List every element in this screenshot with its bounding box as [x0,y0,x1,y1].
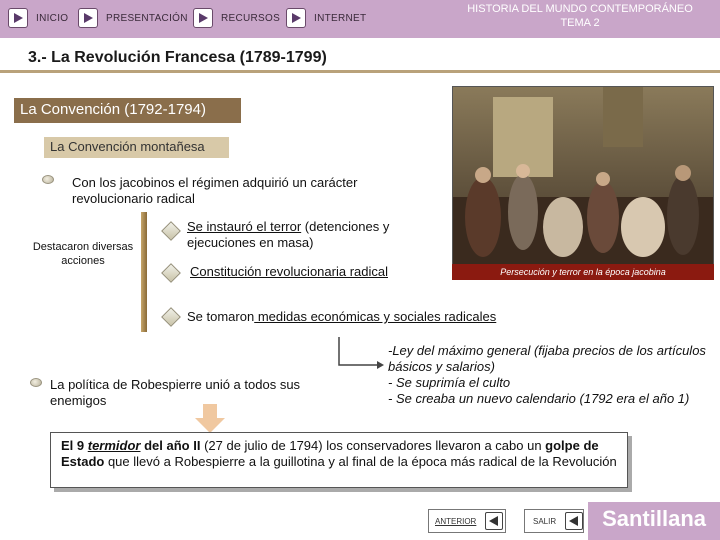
jacobinos-text: Con los jacobinos el régimen adquirió un… [72,175,358,206]
bullet-icon [42,175,54,184]
measure-culto: - Se suprimía el culto [388,375,511,390]
nav-inicio-button[interactable]: INICIO [8,5,68,31]
back-arrow-icon [485,512,503,530]
measures-list: -Ley del máximo general (fijaba precios … [388,343,714,407]
subtitle-bar: La Convención (1792-1794) [14,98,241,123]
bracket-bar [141,212,147,332]
terror-item: Se instauró el terror (detenciones y eje… [187,219,427,251]
measure-calendario: - Se creaba un nuevo calendario (1792 er… [388,391,690,406]
constitucion-item: Constitución revolucionaria radical [190,264,388,279]
play-arrow-icon [8,8,28,28]
medidas-item: Se tomaron medidas económicas y sociales… [187,309,567,325]
nav-recursos-button[interactable]: RECURSOS [193,5,280,31]
course-title-line2: TEMA 2 [560,17,600,29]
anterior-button[interactable]: ANTERIOR [428,509,506,533]
diamond-bullet-icon [161,307,181,327]
medidas-underlined: medidas económicas y sociales radicales [254,309,497,324]
section-divider [0,70,720,73]
nav-presentacion-button[interactable]: PRESENTACIÓN [78,5,188,31]
nav-presentacion-label: PRESENTACIÓN [106,12,188,24]
down-arrow-icon [195,404,225,433]
exit-arrow-icon [565,512,583,530]
box-termidor: termidor [87,438,141,453]
course-title: HISTORIA DEL MUNDO CONTEMPORÁNEO TEMA 2 [440,2,720,30]
course-title-line1: HISTORIA DEL MUNDO CONTEMPORÁNEO [467,3,693,15]
subtitle: La Convención (1792-1794) [20,101,206,118]
box-el9: El 9 [61,438,88,453]
section-title: 3.- La Revolución Francesa (1789-1799) [28,49,327,66]
box-del-ano: del año II [140,438,201,453]
elbow-arrow-icon [338,337,384,369]
diamond-bullet-icon [161,221,181,241]
anterior-label: ANTERIOR [435,516,477,526]
salir-label: SALIR [533,516,557,526]
bullet-icon [30,378,42,387]
subsubtitle: La Convención montañesa [50,139,205,154]
box-rest1: (27 de julio de 1794) los conservadores … [200,438,546,453]
nav-internet-button[interactable]: INTERNET [286,5,366,31]
subsubtitle-bar: La Convención montañesa [44,137,229,158]
nav-recursos-label: RECURSOS [221,12,281,24]
play-arrow-icon [193,8,213,28]
santillana-logo: Santillana [602,506,706,531]
play-arrow-icon [286,8,306,28]
termidor-box: El 9 termidor del año II (27 de julio de… [50,432,628,488]
terror-underlined: Se instauró el terror [187,219,302,234]
persecucion-painting [452,86,714,280]
nav-internet-label: INTERNET [314,12,367,24]
play-arrow-icon [78,8,98,28]
destacaron-text: Destacaron diversas acciones [32,241,134,267]
salir-button[interactable]: SALIR [524,509,584,533]
robespierre-text: La política de Robespierre unió a todos … [50,377,301,408]
nav-inicio-label: INICIO [36,12,69,24]
measure-ley-maximo: -Ley del máximo general (fijaba precios … [388,343,706,374]
box-rest2: que llevó a Robespierre a la guillotina … [104,454,617,469]
image-caption: Persecución y terror en la época jacobin… [452,264,714,280]
medidas-pre: Se tomaron [187,309,255,324]
diamond-bullet-icon [161,263,181,283]
